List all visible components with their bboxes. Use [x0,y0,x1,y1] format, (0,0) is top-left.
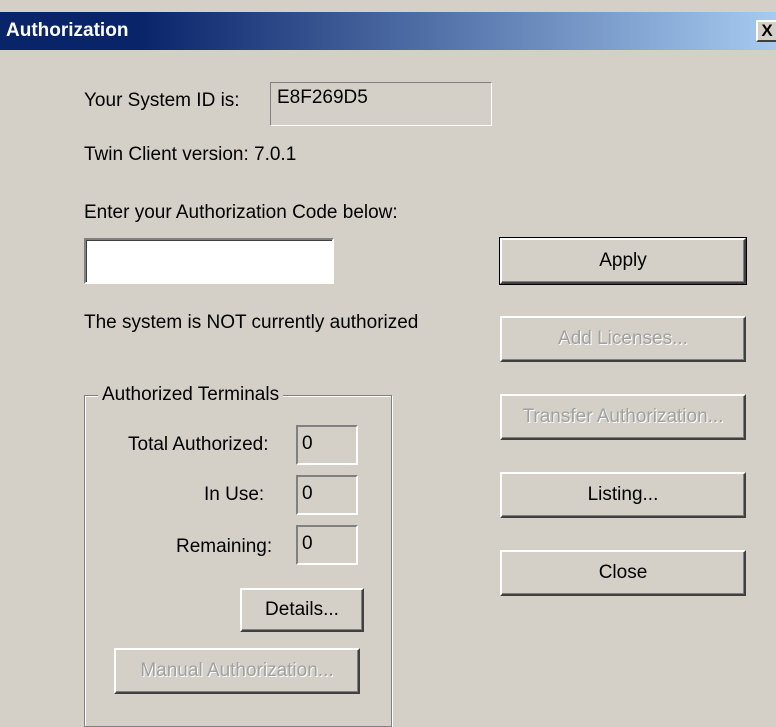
add-licenses-label: Add Licenses... [558,328,688,349]
authorization-status: The system is NOT currently authorized [84,312,419,333]
manual-authorization-label: Manual Authorization... [140,660,334,681]
details-button[interactable]: Details... [240,588,364,632]
close-icon[interactable]: X [756,20,776,42]
listing-button[interactable]: Listing... [500,472,746,518]
total-authorized-value: 0 [302,433,313,454]
system-id-field: E8F269D5 [270,82,492,126]
remaining-label: Remaining: [176,536,273,557]
details-label: Details... [265,599,339,620]
group-title: Authorized Terminals [98,384,284,406]
window-title: Authorization [6,20,129,41]
apply-label: Apply [599,250,647,271]
auth-code-prompt: Enter your Authorization Code below: [84,202,398,223]
close-button[interactable]: Close [500,550,746,596]
apply-button[interactable]: Apply [499,237,747,285]
manual-authorization-button[interactable]: Manual Authorization... [114,648,360,694]
total-authorized-label: Total Authorized: [128,434,269,455]
close-label: Close [598,562,648,583]
version-text: Twin Client version: 7.0.1 [84,144,297,165]
close-glyph: X [761,21,773,40]
remaining-field: 0 [296,525,358,565]
transfer-authorization-button[interactable]: Transfer Authorization... [500,394,746,440]
listing-label: Listing... [587,484,659,505]
remaining-value: 0 [302,533,313,554]
total-authorized-field: 0 [296,425,358,465]
add-licenses-button[interactable]: Add Licenses... [500,316,746,362]
auth-code-input[interactable] [84,238,334,284]
in-use-field: 0 [296,475,358,515]
system-id-value: E8F269D5 [277,87,368,108]
transfer-authorization-label: Transfer Authorization... [522,406,724,427]
authorization-dialog: Authorization X Your System ID is: E8F26… [0,0,776,727]
in-use-value: 0 [302,483,313,504]
in-use-label: In Use: [204,484,265,505]
title-bar[interactable]: Authorization X [0,12,776,50]
system-id-label: Your System ID is: [84,90,240,111]
